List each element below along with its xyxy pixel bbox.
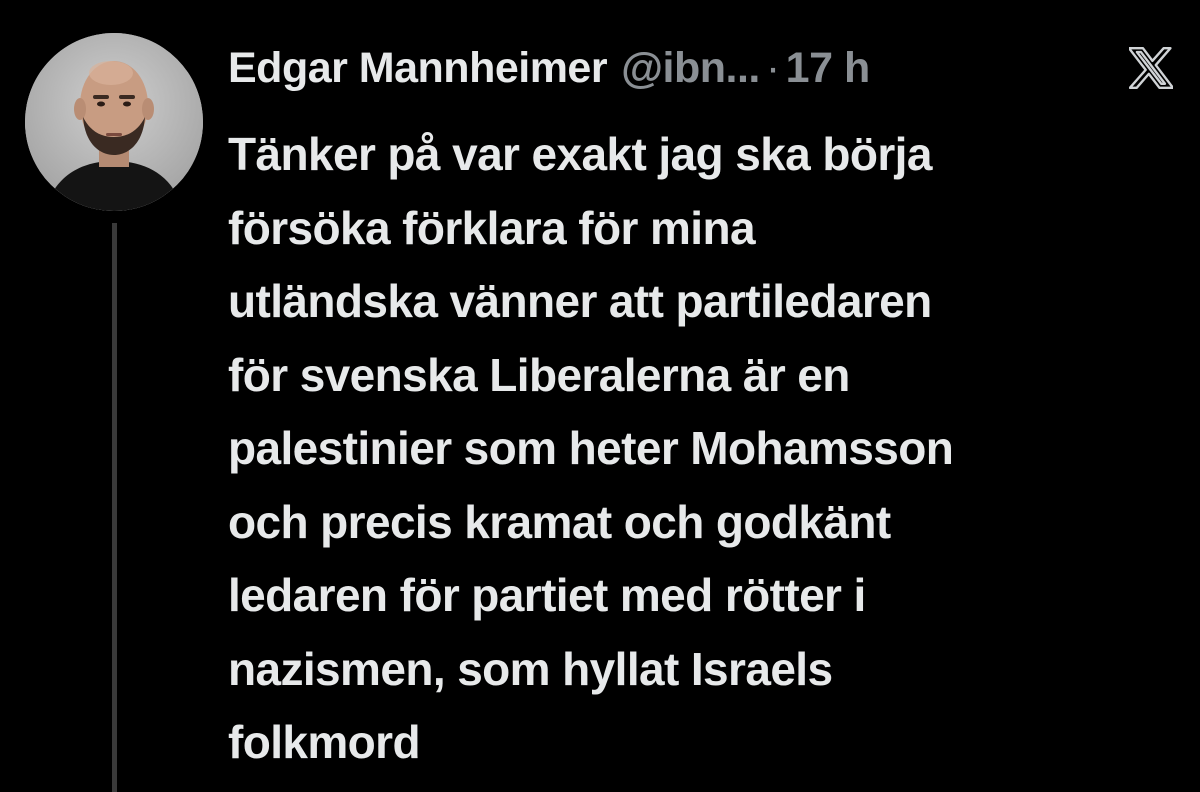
- tweet-timestamp[interactable]: 17 h: [786, 44, 871, 93]
- tweet-text-line: ledaren för partiet med rötter i: [228, 569, 866, 621]
- tweet-text-line: nazismen, som hyllat Israels: [228, 642, 833, 695]
- author-handle[interactable]: @ibn...: [621, 44, 760, 93]
- tweet-text-line: försöka förklara för mina: [228, 201, 756, 254]
- thread-line: [112, 223, 117, 792]
- tweet-text-line: folkmord: [228, 716, 421, 768]
- x-logo-icon[interactable]: [1129, 46, 1173, 90]
- author-display-name[interactable]: Edgar Mannheimer: [228, 44, 608, 93]
- tweet-header: Edgar Mannheimer @ibn... · 17 h: [228, 38, 870, 98]
- avatar-column: [25, 33, 203, 792]
- header-separator: ·: [765, 43, 780, 92]
- tweet-text-line: och precis kramat och godkänt: [228, 495, 891, 548]
- tweet[interactable]: Edgar Mannheimer @ibn... · 17 h Tänker p…: [0, 0, 1200, 792]
- tweet-text-line: för svenska Liberalerna är en: [228, 348, 850, 401]
- avatar[interactable]: [25, 33, 203, 211]
- tweet-text-line: palestinier som heter Mohamsson: [228, 422, 954, 474]
- tweet-text: Tänker på var exakt jag ska börja försök…: [228, 118, 1178, 780]
- tweet-text-line: Tänker på var exakt jag ska börja: [228, 128, 932, 180]
- avatar-photo: [25, 33, 203, 211]
- tweet-text-line: utländska vänner att partiledaren: [228, 275, 932, 327]
